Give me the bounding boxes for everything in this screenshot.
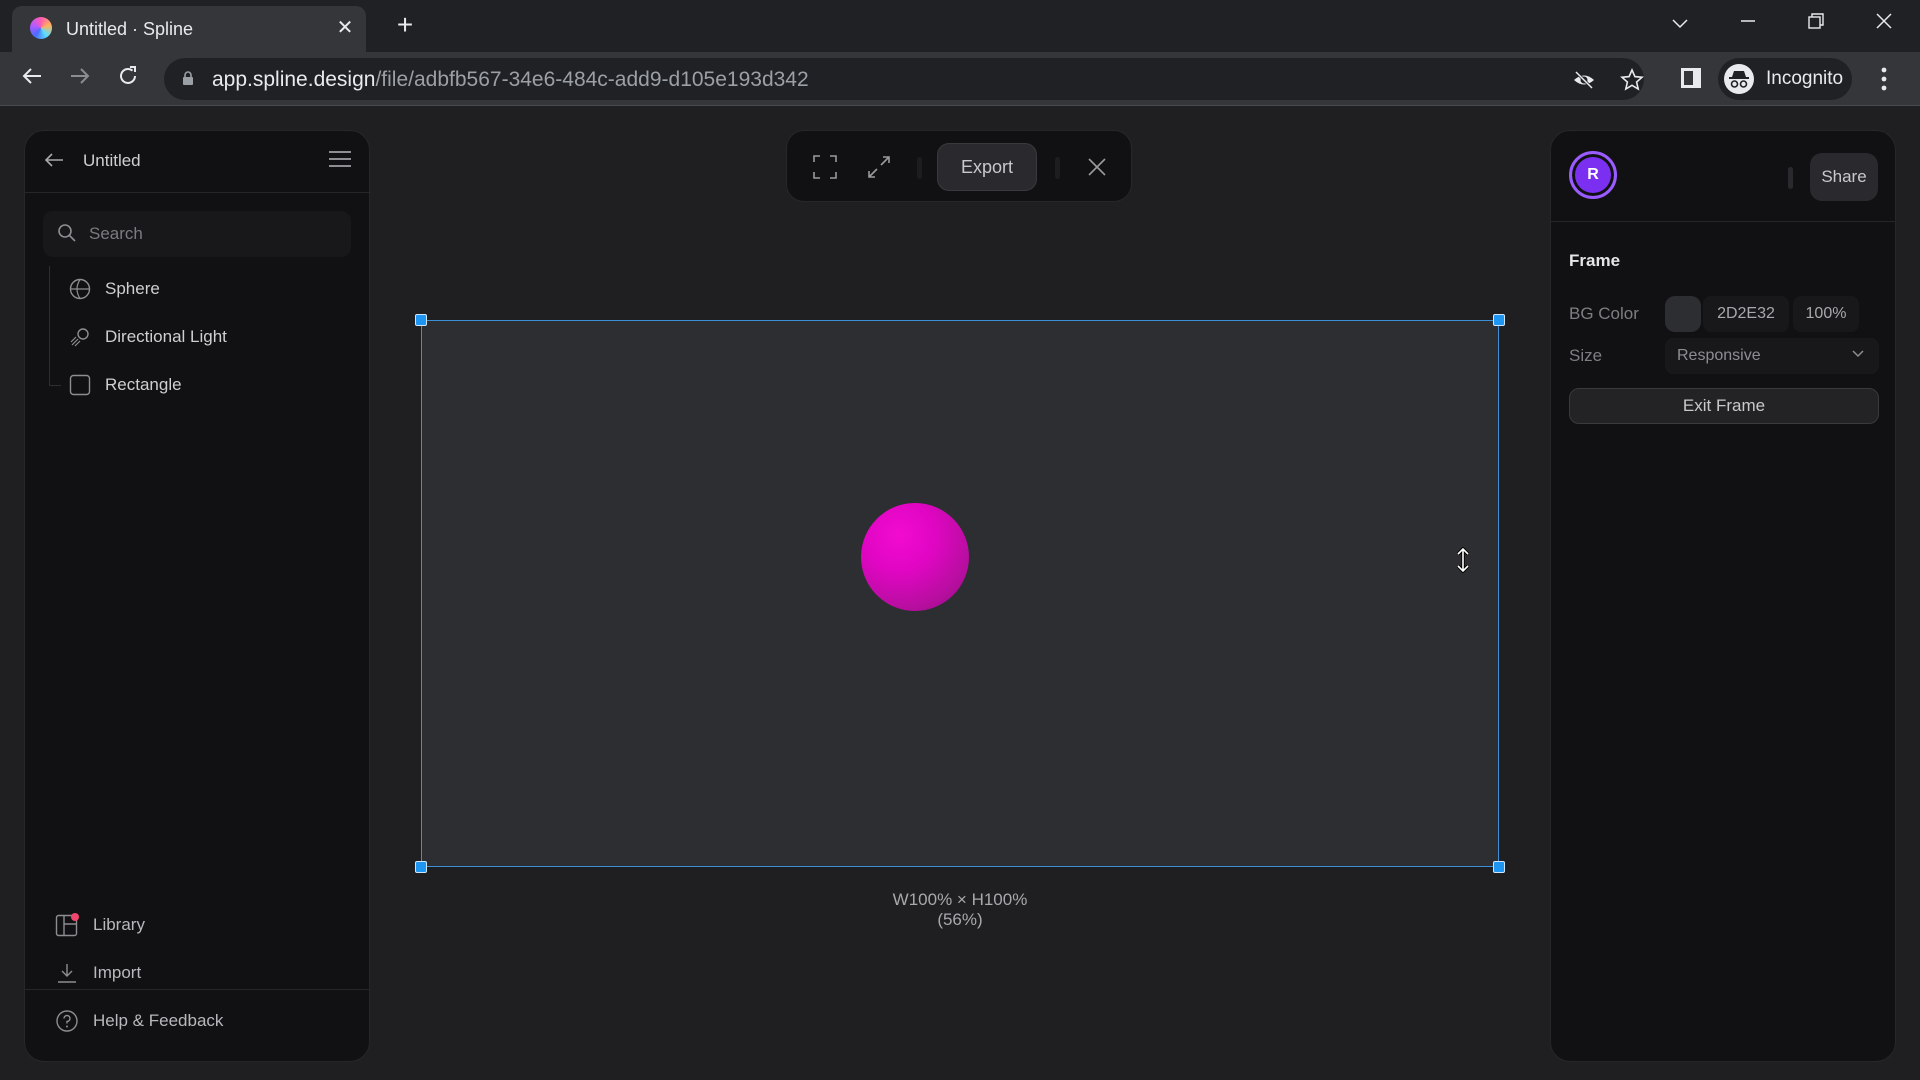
url-text[interactable]: app.spline.design/file/adbfb567-34e6-484…: [212, 68, 809, 92]
resize-cursor-icon: [1456, 547, 1470, 573]
exit-frame-button[interactable]: Exit Frame: [1569, 388, 1879, 424]
tab-close-icon[interactable]: ✕: [332, 15, 358, 41]
footer-label: Library: [93, 915, 145, 934]
spline-favicon-icon: [30, 17, 52, 39]
export-button[interactable]: Export: [937, 143, 1037, 191]
tab-search-chevron-icon[interactable]: [1660, 8, 1700, 38]
tree-connector: [49, 266, 61, 386]
bg-color-opacity-input[interactable]: 100%: [1793, 296, 1859, 332]
hamburger-menu-icon[interactable]: [329, 151, 351, 169]
bookmark-star-icon[interactable]: [1620, 68, 1644, 92]
bg-color-label: BG Color: [1569, 304, 1639, 323]
search-box[interactable]: [43, 211, 351, 257]
footer-label: Help & Feedback: [93, 1011, 224, 1030]
object-sphere[interactable]: Sphere: [65, 269, 355, 309]
library-icon: [55, 913, 79, 937]
size-label: Size: [1569, 346, 1603, 365]
user-avatar[interactable]: R: [1569, 151, 1617, 199]
header-divider: [1788, 167, 1793, 189]
url-path: /file/adbfb567-34e6-484c-add9-d105e193d3…: [375, 68, 809, 91]
preview-toolbar: Export: [786, 130, 1132, 202]
section-title: Frame: [1569, 251, 1621, 270]
left-panel-header: Untitled: [25, 131, 371, 193]
object-label: Directional Light: [105, 327, 227, 346]
object-label: Sphere: [105, 279, 160, 298]
back-arrow-icon[interactable]: [43, 149, 65, 177]
spline-editor: Untitled Sphere Directional Light Rectan…: [0, 106, 1920, 1080]
resize-handle-bottom-right[interactable]: [1493, 861, 1505, 873]
sphere-icon: [69, 278, 91, 300]
minimize-button[interactable]: [1728, 8, 1768, 38]
lock-icon: [183, 71, 193, 85]
close-icon[interactable]: [1083, 153, 1111, 181]
browser-toolbar: app.spline.design/file/adbfb567-34e6-484…: [0, 52, 1920, 106]
import-button[interactable]: Import: [55, 955, 335, 991]
rectangle-icon: [69, 374, 91, 396]
restore-button[interactable]: [1796, 8, 1836, 38]
bg-color-swatch[interactable]: [1665, 296, 1701, 332]
toolbar-divider: [917, 157, 922, 179]
address-bar[interactable]: app.spline.design/file/adbfb567-34e6-484…: [164, 58, 1644, 100]
fit-frame-icon[interactable]: [811, 153, 839, 181]
search-icon: [58, 224, 76, 242]
profile-label: Incognito: [1766, 68, 1844, 89]
object-label: Rectangle: [105, 375, 182, 394]
sphere-object[interactable]: [861, 503, 969, 611]
eye-off-icon[interactable]: [1572, 68, 1596, 92]
incognito-profile-button[interactable]: Incognito: [1718, 58, 1852, 100]
share-button[interactable]: Share: [1810, 153, 1878, 201]
close-window-button[interactable]: [1864, 8, 1904, 38]
footer-label: Import: [93, 963, 142, 982]
browser-tab[interactable]: Untitled · Spline ✕: [12, 6, 366, 52]
forward-button[interactable]: [66, 65, 94, 93]
search-input[interactable]: [89, 223, 329, 245]
resize-handle-top-right[interactable]: [1493, 314, 1505, 326]
right-panel: R Share Frame BG Color 2D2E32 100% Size …: [1550, 130, 1897, 1062]
help-feedback-button[interactable]: Help & Feedback: [55, 1003, 335, 1039]
scene-frame[interactable]: [421, 320, 1499, 867]
url-host: app.spline.design: [212, 68, 376, 91]
library-button[interactable]: Library: [55, 907, 335, 943]
import-icon: [58, 964, 76, 983]
size-select[interactable]: Responsive: [1665, 338, 1879, 374]
object-rectangle[interactable]: Rectangle: [65, 365, 355, 405]
help-icon: [56, 1010, 78, 1032]
new-tab-button[interactable]: +: [390, 11, 420, 42]
reload-button[interactable]: [114, 65, 142, 93]
object-directional-light[interactable]: Directional Light: [65, 317, 355, 357]
directional-light-icon: [70, 328, 89, 347]
expand-icon[interactable]: [865, 153, 893, 181]
back-button[interactable]: [18, 65, 46, 93]
toolbar-divider: [1055, 157, 1060, 179]
tab-title: Untitled · Spline: [66, 19, 194, 39]
side-panel-icon[interactable]: [1680, 67, 1702, 89]
resize-handle-bottom-left[interactable]: [415, 861, 427, 873]
size-select-value: Responsive: [1677, 347, 1761, 364]
incognito-icon: [1724, 64, 1754, 94]
left-panel: Untitled Sphere Directional Light Rectan…: [24, 130, 371, 1062]
bg-color-hex-input[interactable]: 2D2E32: [1703, 296, 1789, 332]
frame-size-label: W100% × H100% (56%): [892, 890, 1028, 929]
project-title[interactable]: Untitled: [83, 151, 141, 171]
browser-tabstrip: Untitled · Spline ✕ +: [0, 0, 1920, 52]
chevron-down-icon: [1852, 350, 1864, 358]
browser-menu-icon[interactable]: [1880, 66, 1888, 92]
right-panel-divider: [1551, 221, 1897, 222]
resize-handle-top-left[interactable]: [415, 314, 427, 326]
